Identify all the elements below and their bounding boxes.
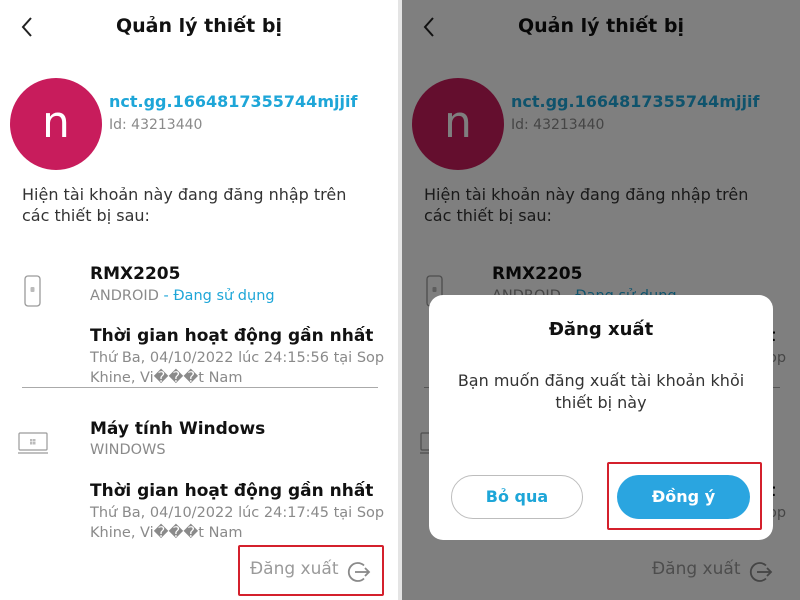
header: Quản lý thiết bị (0, 0, 398, 56)
account-id: Id: 43213440 (109, 117, 203, 133)
dialog-message: Bạn muốn đăng xuất tài khoản khỏi thiết … (457, 371, 745, 412)
desktop-icon (18, 432, 48, 454)
cancel-button[interactable]: Bỏ qua (451, 475, 583, 519)
last-active-detail: Thứ Ba, 04/10/2022 lúc 24:17:45 tại Sop … (90, 505, 385, 541)
device-management-screen: Quản lý thiết bị n nct.gg.1664817355744m… (0, 0, 398, 600)
logout-confirm-dialog: Đăng xuất Bạn muốn đăng xuất tài khoản k… (429, 295, 773, 540)
highlight-box (607, 462, 762, 530)
avatar: n (10, 78, 102, 170)
device-name: Máy tính Windows (90, 419, 266, 439)
device-os-label: ANDROID (90, 288, 159, 304)
highlight-box (238, 545, 384, 596)
device-management-screen-dialog: Quản lý thiết bị n nct.gg.1664817355744m… (402, 0, 800, 600)
phone-icon (24, 275, 41, 307)
last-active-label: Thời gian hoạt động gần nhất (90, 326, 374, 346)
page-title: Quản lý thiết bị (116, 15, 282, 37)
dialog-title: Đăng xuất (548, 319, 654, 340)
account-username: nct.gg.1664817355744mjjif (109, 92, 358, 111)
device-name: RMX2205 (90, 264, 181, 284)
last-active-label: Thời gian hoạt động gần nhất (90, 481, 374, 501)
device-os: ANDROID - Đang sử dụng (90, 288, 275, 304)
device-os: WINDOWS (90, 442, 166, 458)
device-os-label: WINDOWS (90, 442, 166, 458)
device-status: - Đang sử dụng (158, 288, 275, 304)
last-active-detail: Thứ Ba, 04/10/2022 lúc 24:15:56 tại Sop … (90, 350, 385, 386)
divider (22, 387, 378, 388)
intro-text: Hiện tài khoản này đang đăng nhập trên c… (22, 185, 347, 225)
